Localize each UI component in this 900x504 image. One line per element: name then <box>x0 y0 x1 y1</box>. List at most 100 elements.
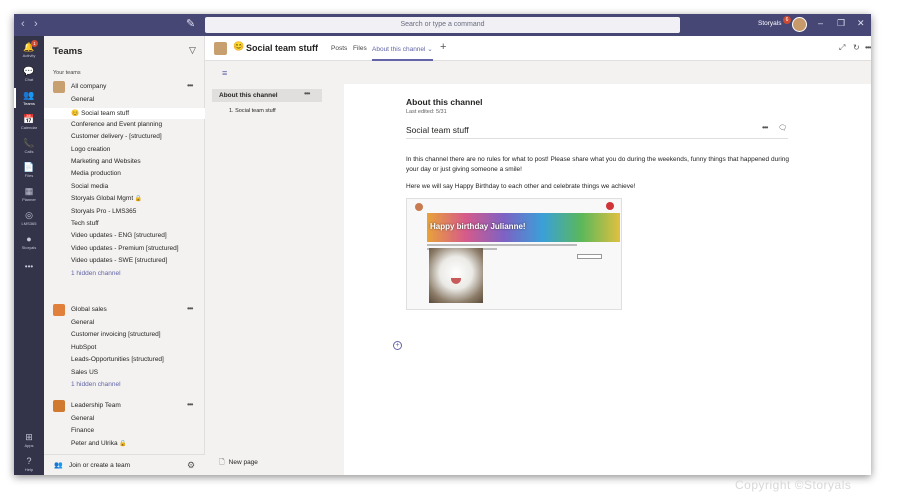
team-row[interactable]: All company ••• <box>53 81 203 93</box>
gear-icon[interactable]: ⚙ <box>187 460 195 471</box>
minimize-icon[interactable]: – <box>818 18 823 28</box>
channel-item[interactable]: Video updates - Premium [structured] <box>71 245 179 252</box>
more-apps-icon[interactable]: ••• <box>14 262 44 271</box>
channel-item[interactable]: Leads-Opportunities [structured] <box>71 356 164 363</box>
toc-item[interactable]: 1. Social team stuff <box>229 108 276 114</box>
activity-badge: 1 <box>31 40 38 47</box>
more-options-icon[interactable]: ••• <box>187 81 193 90</box>
channel-item[interactable]: Media production <box>71 170 121 177</box>
channel-label: Marketing and Websites <box>71 158 141 165</box>
close-icon[interactable]: ✕ <box>857 18 865 29</box>
rail-item-calls[interactable]: 📞 Calls <box>14 138 44 154</box>
channel-item[interactable]: General <box>71 415 94 422</box>
apps-icon: ⊞ <box>25 432 33 442</box>
copyright-watermark: Copyright ©Storyals <box>735 478 852 492</box>
more-options-icon[interactable]: ••• <box>187 304 193 313</box>
rail-item-activity[interactable]: 🔔 Activity 1 <box>14 40 44 58</box>
channel-label: Customer delivery - [structured] <box>71 133 162 141</box>
conversation-icon[interactable]: 🗨 <box>778 124 787 132</box>
refresh-icon[interactable]: ↻ <box>853 43 860 52</box>
team-icon <box>53 400 65 412</box>
channel-item[interactable]: Logo creation <box>71 146 110 153</box>
filter-icon[interactable]: ▽ <box>189 45 196 56</box>
channel-item[interactable]: 😊 Social team stuff <box>44 108 205 120</box>
rail-item-apps[interactable]: ⊞ Apps <box>14 432 44 448</box>
user-name[interactable]: Storyals <box>758 20 781 27</box>
bell-icon: 🔔 <box>23 42 35 52</box>
phone-icon: 📞 <box>23 138 35 148</box>
rail-item-storyals[interactable]: ● Storyals <box>14 234 44 250</box>
new-page-button[interactable]: 🗋 New page <box>219 458 258 469</box>
add-tab-icon[interactable]: + <box>440 41 446 53</box>
rail-item-label: Teams <box>23 101 35 106</box>
channel-label: Media production <box>71 170 121 178</box>
rail-item-label: Chat <box>24 77 34 82</box>
channel-item[interactable]: Social media <box>71 183 108 190</box>
channel-item[interactable]: General <box>71 319 94 326</box>
team-name: Leadership Team <box>71 402 121 409</box>
rail-item-help[interactable]: ? Help <box>14 456 44 472</box>
channel-item[interactable]: Customer delivery - [structured] <box>71 133 162 140</box>
channel-item[interactable]: Customer invoicing [structured] <box>71 331 161 338</box>
channel-label: Conference and Event planning <box>71 120 163 128</box>
tab-about-this-channel[interactable]: About this channel ⌄ <box>372 45 433 61</box>
calendar-icon: 📅 <box>23 114 35 124</box>
more-options-icon[interactable]: ••• <box>304 89 310 98</box>
add-section-icon[interactable]: + <box>393 341 402 350</box>
expand-icon[interactable]: ⤢ <box>839 43 845 53</box>
rail-item-lms365[interactable]: ◎ LMS365 <box>14 210 44 226</box>
birthday-banner: Happy birthday Julianne! <box>427 213 620 242</box>
channel-item[interactable]: Marketing and Websites <box>71 158 141 165</box>
rail-item-files[interactable]: 📄 Files <box>14 162 44 178</box>
rail-item-chat[interactable]: 💬 Chat <box>14 66 44 82</box>
channel-item[interactable]: Video updates - SWE [structured] <box>71 257 167 264</box>
lms365-icon: ◎ <box>25 210 33 220</box>
rail-item-calendar[interactable]: 📅 Calendar <box>14 114 44 130</box>
embed-avatar <box>415 203 423 211</box>
birthday-banner-text: Happy birthday Julianne! <box>430 222 526 231</box>
team-row[interactable]: Leadership Team ••• <box>53 400 203 412</box>
rail-item-planner[interactable]: ▦ Planner <box>14 186 44 202</box>
main-area: 😊 Social team stuff Posts Files About th… <box>205 36 871 475</box>
channel-item[interactable]: Storyals Global Mgmt 🔒 <box>71 195 142 202</box>
forward-arrow-icon[interactable]: › <box>34 18 38 30</box>
rail-item-teams[interactable]: 👥 Teams <box>14 88 44 108</box>
channel-item[interactable]: General <box>71 96 94 103</box>
channel-item[interactable]: Storyals Pro - LMS365 <box>71 208 136 215</box>
compose-icon[interactable]: ✎ <box>186 17 195 30</box>
back-arrow-icon[interactable]: ‹ <box>21 18 25 30</box>
channel-label: General <box>71 415 95 422</box>
channel-item[interactable]: Conference and Event planning <box>71 121 162 128</box>
channel-item[interactable]: HubSpot <box>71 344 96 351</box>
tab-files[interactable]: Files <box>353 45 367 52</box>
tab-posts[interactable]: Posts <box>331 45 347 52</box>
channel-item[interactable]: Video updates - ENG [structured] <box>71 232 167 239</box>
channel-item[interactable]: Tech stuff <box>71 220 99 227</box>
more-options-icon[interactable]: ••• <box>865 43 871 52</box>
menu-icon[interactable]: ≡ <box>222 68 227 78</box>
section-paragraph: In this channel there are no rules for w… <box>406 156 790 173</box>
app-rail: 🔔 Activity 1 💬 Chat 👥 Teams 📅 Calendar 📞 Calls 📄 Fil… <box>14 36 44 475</box>
channel-label: Sales US <box>71 368 99 376</box>
channel-item[interactable]: Peter and Ulrika 🔒 <box>71 440 127 447</box>
section-more-icon[interactable]: ••• <box>762 123 768 132</box>
embedded-screenshot: Happy birthday Julianne! <box>406 198 622 310</box>
channel-item[interactable]: Finance <box>71 427 94 434</box>
toc-heading[interactable]: About this channel ••• <box>212 89 322 102</box>
rail-item-label: Storyals <box>21 245 37 250</box>
notification-badge: 6 <box>783 16 791 24</box>
avatar[interactable] <box>792 17 807 32</box>
hidden-channels-link[interactable]: 1 hidden channel <box>71 270 121 277</box>
join-team-icon[interactable]: 👥 <box>54 461 63 469</box>
channel-item[interactable]: Sales US <box>71 369 98 376</box>
join-team-button[interactable]: Join or create a team <box>69 462 130 469</box>
search-input[interactable]: Search or type a command <box>205 17 680 33</box>
hidden-channels-link[interactable]: 1 hidden channel <box>71 381 121 388</box>
channel-label: Customer invoicing [structured] <box>71 331 161 339</box>
maximize-icon[interactable]: ❐ <box>837 18 845 29</box>
embed-button <box>577 254 602 259</box>
team-row[interactable]: Global sales ••• <box>53 304 203 316</box>
team-icon <box>214 42 227 55</box>
more-options-icon[interactable]: ••• <box>187 400 193 409</box>
rail-item-label: LMS365 <box>21 221 37 226</box>
